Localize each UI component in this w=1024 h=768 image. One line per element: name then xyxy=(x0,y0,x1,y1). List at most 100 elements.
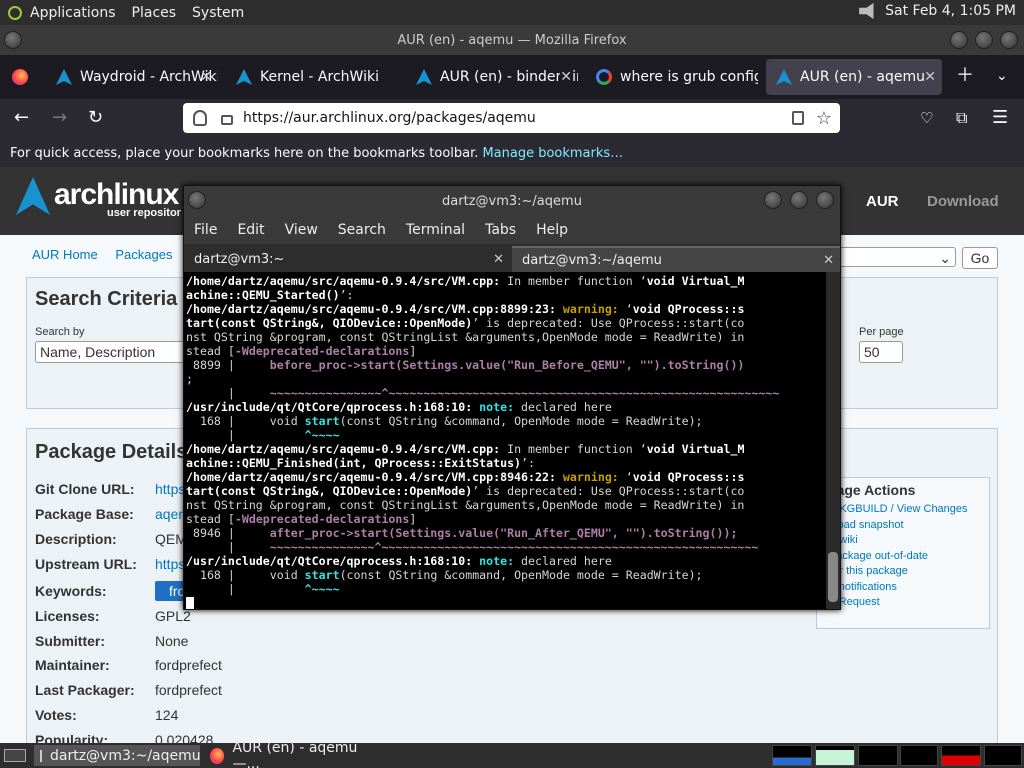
nav-download[interactable]: Download xyxy=(927,193,999,210)
back-arrow-icon[interactable]: ← xyxy=(14,107,29,129)
menu-search[interactable]: Search xyxy=(328,222,396,238)
minimize-button[interactable] xyxy=(764,191,782,209)
search-by-select[interactable]: Name, Description xyxy=(35,341,185,363)
subnav-packages[interactable]: Packages xyxy=(115,247,172,262)
show-desktop-icon[interactable] xyxy=(4,749,26,762)
network-monitor-graph[interactable] xyxy=(858,745,898,766)
firefox-titlebar: AUR (en) - aqemu — Mozilla Firefox xyxy=(0,25,1024,55)
per-page-select[interactable]: 50 xyxy=(859,341,903,363)
tab-grub[interactable]: where is grub config xyxy=(586,59,758,95)
menu-tabs[interactable]: Tabs xyxy=(475,222,526,238)
swap-monitor-graph[interactable] xyxy=(900,745,938,766)
close-button[interactable] xyxy=(1000,31,1018,49)
tab-aqemu[interactable]: AUR (en) - aqemu ✕ xyxy=(766,59,942,95)
terminal-window-title: dartz@vm3:~/aqemu xyxy=(442,193,582,209)
terminal-line: | ^~~~~ xyxy=(186,428,340,442)
menu-edit[interactable]: Edit xyxy=(227,222,274,238)
terminal-line: tart(const QString&, QIODevice::OpenMode… xyxy=(186,484,745,498)
tab-label: where is grub config xyxy=(620,69,758,85)
tab-waydroid[interactable]: Waydroid - ArchWiki ✕ xyxy=(46,59,218,95)
list-tabs-chevron-icon[interactable]: ⌄ xyxy=(996,65,1008,87)
tab-close-icon[interactable]: ✕ xyxy=(200,69,212,85)
action-vote[interactable]: e for this package xyxy=(821,564,985,580)
terminal-line: 8899 | before_proc->start(Settings.value… xyxy=(186,358,745,372)
detail-row-maintainer: Maintainer: fordprefect xyxy=(35,657,222,673)
firefox-icon xyxy=(210,747,225,764)
terminal-titlebar[interactable]: dartz@vm3:~/aqemu xyxy=(184,186,840,216)
tab-kernel[interactable]: Kernel - ArchWiki xyxy=(226,59,398,95)
reader-view-icon[interactable] xyxy=(792,111,804,125)
hamburger-menu-icon[interactable]: ☰ xyxy=(992,107,1008,129)
nav-aur[interactable]: AUR xyxy=(866,193,899,210)
terminal-tab-close-icon[interactable]: ✕ xyxy=(493,252,504,267)
archlinux-favicon-icon xyxy=(776,69,792,85)
reload-icon[interactable]: ↻ xyxy=(88,107,103,129)
terminal-scrollbar-thumb[interactable] xyxy=(828,552,838,602)
firefox-icon xyxy=(12,69,28,85)
shield-icon[interactable] xyxy=(193,110,207,126)
url-bar[interactable]: https://aur.archlinux.org/packages/aqemu… xyxy=(183,103,840,133)
bookmark-star-icon[interactable]: ☆ xyxy=(816,108,832,129)
tab-binder[interactable]: AUR (en) - binder_lin ✕ xyxy=(406,59,578,95)
terminal-tab-home[interactable]: dartz@vm3:~ ✕ xyxy=(184,246,510,272)
task-terminal[interactable]: dartz@vm3:~/aqemu xyxy=(34,745,201,766)
action-flag-out-of-date[interactable]: g package out-of-date xyxy=(821,549,985,565)
window-menu-button[interactable] xyxy=(4,31,22,49)
panel-menu-applications[interactable]: Applications xyxy=(22,5,124,21)
action-search-wiki[interactable]: rch wiki xyxy=(821,533,985,549)
terminal-line: achine::QEMU_Started()’: xyxy=(186,288,354,302)
arch-logo-icon xyxy=(16,177,50,215)
distro-logo-icon[interactable] xyxy=(8,5,22,20)
panel-menu-system[interactable]: System xyxy=(184,5,252,21)
menu-file[interactable]: File xyxy=(184,222,227,238)
panel-clock[interactable]: Sat Feb 4, 1:05 PM xyxy=(885,3,1016,19)
terminal-scrollbar[interactable] xyxy=(826,272,840,609)
tab-close-icon[interactable]: ✕ xyxy=(560,69,572,85)
extensions-icon[interactable]: ⧉ xyxy=(956,107,967,129)
disk-monitor-graph[interactable] xyxy=(984,745,1022,766)
terminal-window[interactable]: dartz@vm3:~/aqemu File Edit View Search … xyxy=(183,185,841,610)
menu-view[interactable]: View xyxy=(275,222,328,238)
terminal-line: ; xyxy=(186,372,193,386)
pocket-icon[interactable]: ♡ xyxy=(920,107,933,129)
tab-close-icon[interactable]: ✕ xyxy=(924,69,936,85)
action-submit-request[interactable]: mit Request xyxy=(821,595,985,611)
terminal-line: tart(const QString&, QIODevice::OpenMode… xyxy=(186,316,745,330)
tab-label: AUR (en) - binder_lin xyxy=(440,69,578,85)
terminal-icon xyxy=(40,749,42,762)
url-text[interactable]: https://aur.archlinux.org/packages/aqemu xyxy=(243,110,536,126)
terminal-line: /home/dartz/aqemu/src/aqemu-0.9.4/src/VM… xyxy=(186,442,745,456)
terminal-line: | ^~~~~ xyxy=(186,582,340,596)
manage-bookmarks-link[interactable]: Manage bookmarks… xyxy=(482,146,623,161)
detail-row-votes: Votes: 124 xyxy=(35,707,179,723)
menu-help[interactable]: Help xyxy=(526,222,578,238)
terminal-line: /home/dartz/aqemu/src/aqemu-0.9.4/src/VM… xyxy=(186,274,745,288)
firefox-view-button[interactable] xyxy=(2,59,40,95)
action-enable-notifications[interactable]: ble notifications xyxy=(821,580,985,596)
load-monitor-graph[interactable] xyxy=(941,745,981,766)
action-view-pkgbuild[interactable]: w PKGBUILD / View Changes xyxy=(821,502,985,518)
forward-arrow-icon[interactable]: → xyxy=(52,107,67,129)
panel-menu-places[interactable]: Places xyxy=(124,5,185,21)
menu-terminal[interactable]: Terminal xyxy=(396,222,475,238)
lock-icon[interactable] xyxy=(221,115,233,125)
maximize-button[interactable] xyxy=(975,31,993,49)
window-menu-button[interactable] xyxy=(188,191,206,209)
subnav-aur-home[interactable]: AUR Home xyxy=(32,247,98,262)
terminal-tab-aqemu[interactable]: dartz@vm3:~/aqemu ✕ xyxy=(512,246,840,272)
memory-monitor-graph[interactable] xyxy=(815,745,855,766)
terminal-line: /usr/include/qt/QtCore/qprocess.h:168:10… xyxy=(186,400,612,414)
go-button[interactable]: Go xyxy=(962,247,998,269)
new-tab-plus-icon[interactable]: ＋ xyxy=(956,65,974,87)
maximize-button[interactable] xyxy=(790,191,808,209)
cpu-monitor-graph[interactable] xyxy=(772,745,812,766)
minimize-button[interactable] xyxy=(950,31,968,49)
volume-icon[interactable] xyxy=(859,3,874,19)
search-type-select[interactable]: ⌄ xyxy=(838,247,956,267)
close-button[interactable] xyxy=(816,191,834,209)
terminal-tab-close-icon[interactable]: ✕ xyxy=(823,253,834,268)
terminal-output[interactable]: /home/dartz/aqemu/src/aqemu-0.9.4/src/VM… xyxy=(184,272,826,609)
task-firefox[interactable]: AUR (en) - aqemu —... xyxy=(204,740,380,768)
action-download-snapshot[interactable]: wnload snapshot xyxy=(821,518,985,534)
navigation-toolbar: ← → ↻ https://aur.archlinux.org/packages… xyxy=(0,99,1024,139)
